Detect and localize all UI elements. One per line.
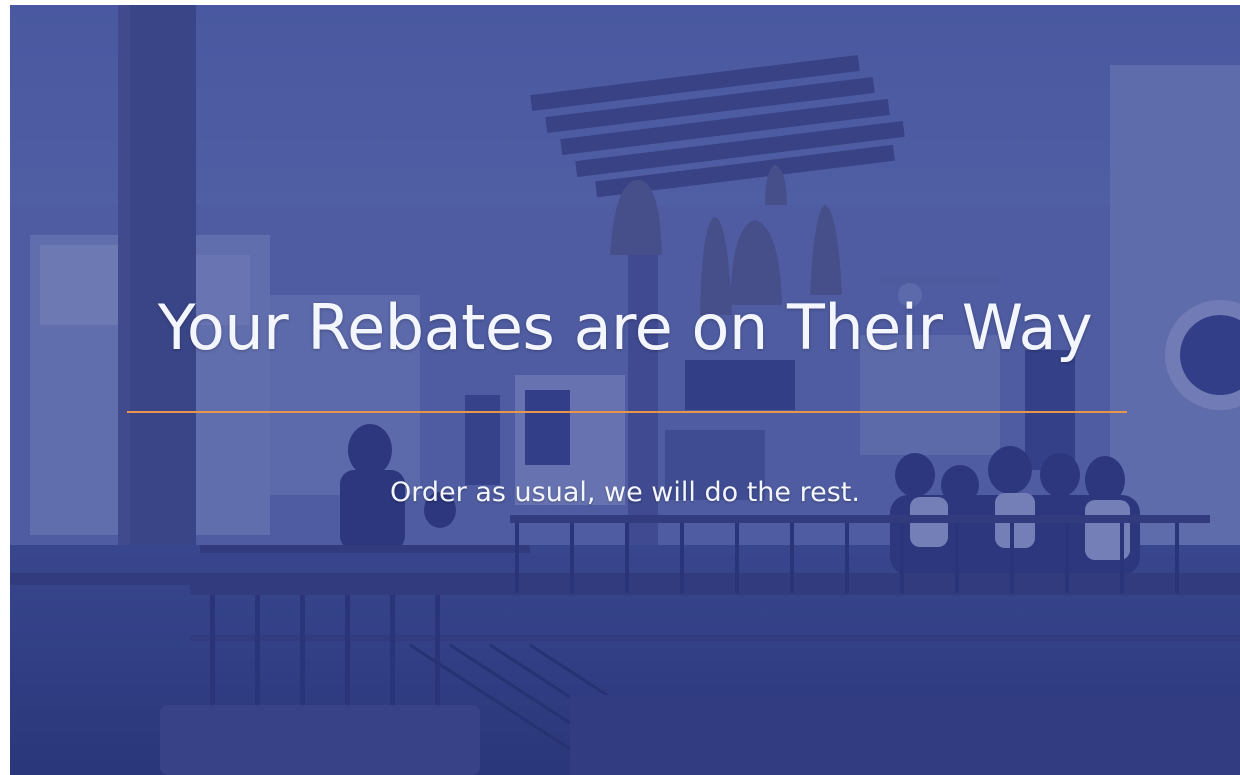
headline-divider (127, 411, 1127, 413)
hero-headline: Your Rebates are on Their Way (157, 291, 1093, 364)
hero-content: Your Rebates are on Their Way Order as u… (10, 5, 1240, 775)
hero-subheadline: Order as usual, we will do the rest. (390, 477, 860, 508)
hero-banner: Your Rebates are on Their Way Order as u… (10, 5, 1240, 775)
